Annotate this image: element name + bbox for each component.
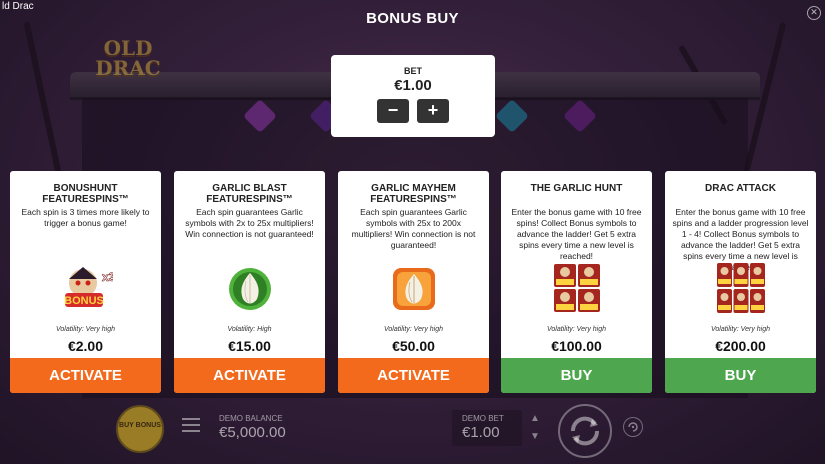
card-title: GARLIC MAYHEM FEATURESPINS™ — [370, 183, 457, 205]
spin-icon — [570, 416, 600, 446]
bonus-stack-4-icon — [550, 261, 604, 315]
card-price: €50.00 — [392, 338, 435, 354]
card-price: €100.00 — [551, 338, 602, 354]
demo-bet-label: DEMO BET — [462, 414, 504, 423]
svg-text:x3: x3 — [102, 270, 113, 284]
bet-label: BET — [404, 66, 422, 76]
card-volatility: Volatility: Very high — [383, 326, 443, 333]
chevron-up-icon[interactable]: ▲ — [528, 414, 542, 424]
card-title: GARLIC BLAST FEATURESPINS™ — [206, 183, 293, 205]
buy-button[interactable]: BUY — [501, 358, 652, 393]
autoplay-button[interactable] — [623, 417, 643, 437]
card-description: Each spin is 3 times more likely to trig… — [21, 207, 150, 228]
demo-balance-label: DEMO BALANCE — [219, 414, 283, 423]
bonus-card-drac-attack: DRAC ATTACK Enter the bonus game with 10… — [665, 171, 816, 393]
buy-button[interactable]: BUY — [665, 358, 816, 393]
buy-bonus-button[interactable]: BUY BONUS — [116, 405, 164, 453]
demo-balance-value: €5,000.00 — [219, 424, 286, 441]
card-price: €200.00 — [715, 338, 766, 354]
bonus-card-garlic-hunt: THE GARLIC HUNT Enter the bonus game wit… — [501, 171, 652, 393]
card-description: Each spin guarantees Garlic symbols with… — [351, 207, 476, 250]
bonus-card-bonushunt: BONUSHUNT FEATURESPINS™ Each spin is 3 t… — [10, 171, 161, 393]
bet-decrease-button[interactable]: − — [377, 99, 409, 123]
bonus-card-garlic-blast: GARLIC BLAST FEATURESPINS™ Each spin gua… — [174, 171, 325, 393]
card-price: €15.00 — [228, 338, 271, 354]
bet-increase-button[interactable]: + — [417, 99, 449, 123]
bet-value: €1.00 — [394, 77, 432, 94]
game-logo: OLD DRAC — [95, 36, 161, 80]
spin-button[interactable] — [558, 404, 612, 458]
card-volatility: Volatility: Very high — [55, 326, 115, 333]
green-garlic-icon — [223, 261, 277, 315]
bonus-stack-6-icon — [714, 261, 768, 315]
card-volatility: Volatility: Very high — [710, 326, 770, 333]
bonus-x3-icon: BONUS x3 — [59, 261, 113, 315]
card-description: Each spin guarantees Garlic symbols with… — [185, 207, 314, 239]
card-description: Enter the bonus game with 10 free spins!… — [511, 207, 642, 261]
card-volatility: Volatility: High — [227, 326, 272, 333]
bonus-card-garlic-mayhem: GARLIC MAYHEM FEATURESPINS™ Each spin gu… — [338, 171, 489, 393]
menu-icon[interactable] — [182, 418, 200, 432]
chevron-down-icon[interactable]: ▼ — [528, 432, 542, 442]
svg-text:BONUS: BONUS — [64, 295, 104, 307]
card-description: Enter the bonus game with 10 free spins … — [672, 207, 809, 272]
activate-button[interactable]: ACTIVATE — [10, 358, 161, 393]
activate-button[interactable]: ACTIVATE — [174, 358, 325, 393]
demo-bet-value: €1.00 — [462, 424, 500, 441]
card-title: THE GARLIC HUNT — [530, 183, 623, 194]
bet-panel: BET €1.00 − + — [331, 55, 495, 137]
autoplay-icon — [628, 422, 638, 432]
activate-button[interactable]: ACTIVATE — [338, 358, 489, 393]
card-title: DRAC ATTACK — [705, 183, 776, 194]
card-volatility: Volatility: Very high — [546, 326, 606, 333]
card-price: €2.00 — [67, 338, 104, 354]
orange-garlic-icon — [387, 261, 441, 315]
card-title: BONUSHUNT FEATURESPINS™ — [42, 183, 129, 205]
page-title: BONUS BUY — [366, 10, 459, 27]
